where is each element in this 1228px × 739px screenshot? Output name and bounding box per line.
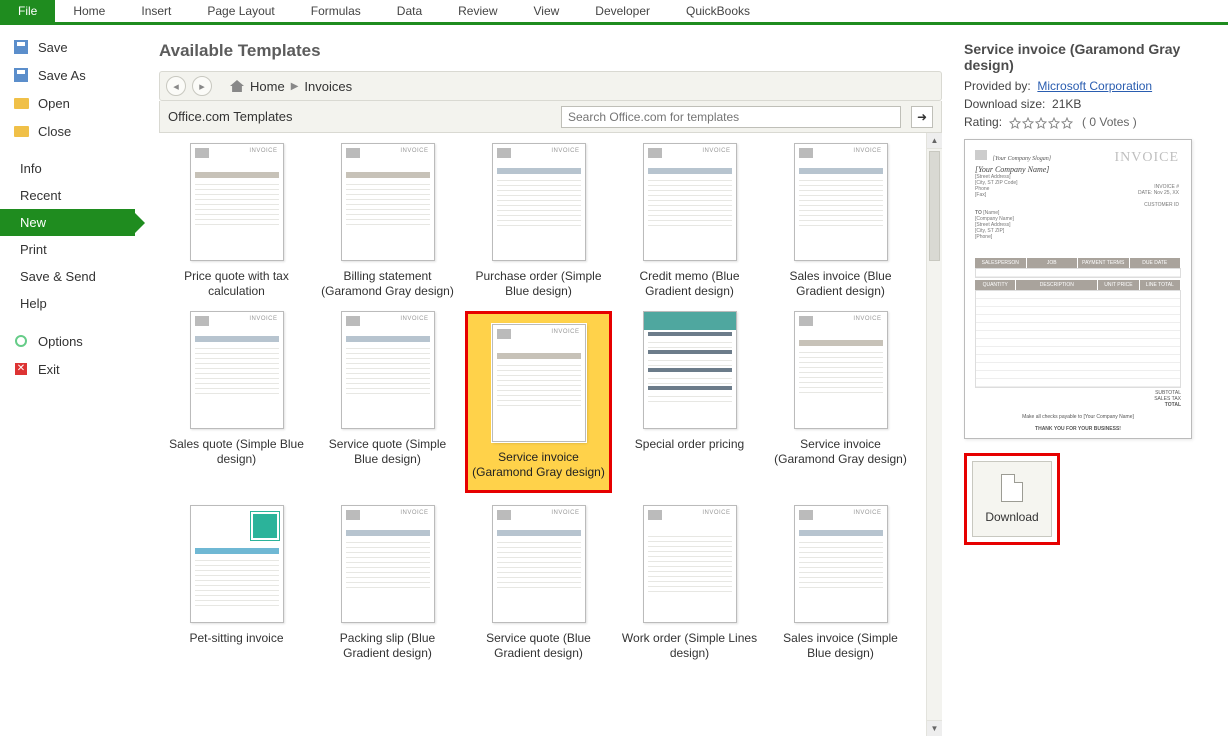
tab-page-layout[interactable]: Page Layout bbox=[189, 0, 292, 22]
tab-review[interactable]: Review bbox=[440, 0, 515, 22]
template-tile[interactable]: INVOICEService invoice (Garamond Gray de… bbox=[767, 311, 914, 493]
download-size: Download size: 21KB bbox=[964, 97, 1208, 111]
exit-icon: ✕ bbox=[12, 361, 30, 377]
template-tile[interactable]: INVOICEService quote (Simple Blue design… bbox=[314, 311, 461, 493]
provided-by: Provided by: Microsoft Corporation bbox=[964, 79, 1208, 93]
nav-options[interactable]: Options bbox=[0, 327, 135, 355]
provider-link[interactable]: Microsoft Corporation bbox=[1037, 79, 1152, 93]
search-input[interactable] bbox=[561, 106, 901, 128]
template-label: Service quote (Simple Blue design) bbox=[314, 437, 461, 467]
template-label: Special order pricing bbox=[631, 437, 748, 467]
template-tile[interactable]: INVOICEService invoice (Garamond Gray de… bbox=[465, 311, 612, 493]
download-highlight: Download bbox=[964, 453, 1060, 545]
template-tile[interactable]: INVOICEPacking slip (Blue Gradient desig… bbox=[314, 505, 461, 661]
tab-data[interactable]: Data bbox=[379, 0, 440, 22]
chevron-right-icon: ▶ bbox=[291, 81, 299, 92]
search-go-button[interactable]: ➜ bbox=[911, 106, 933, 128]
nav-back-button[interactable]: ◂ bbox=[166, 76, 186, 96]
nav-help[interactable]: Help bbox=[0, 290, 135, 317]
template-tile[interactable]: INVOICEService quote (Blue Gradient desi… bbox=[465, 505, 612, 661]
close-icon bbox=[12, 123, 30, 139]
tab-formulas[interactable]: Formulas bbox=[293, 0, 379, 22]
template-tile[interactable]: INVOICEWork order (Simple Lines design) bbox=[616, 505, 763, 661]
rating: Rating: ( 0 Votes ) bbox=[964, 115, 1208, 129]
template-preview: INVOICE [Your Company Slogan] [Your Comp… bbox=[964, 139, 1192, 439]
download-button[interactable]: Download bbox=[972, 461, 1052, 537]
nav-exit[interactable]: ✕Exit bbox=[0, 355, 135, 383]
templates-panel: Available Templates ◂ ▸ Home ▶ Invoices … bbox=[135, 25, 960, 736]
template-tile[interactable]: Pet-sitting invoice bbox=[163, 505, 310, 661]
template-label: Purchase order (Simple Blue design) bbox=[465, 269, 612, 299]
nav-close[interactable]: Close bbox=[0, 117, 135, 145]
options-icon bbox=[12, 333, 30, 349]
templates-heading: Available Templates bbox=[159, 41, 942, 61]
scroll-down-button[interactable]: ▼ bbox=[927, 720, 942, 736]
nav-recent[interactable]: Recent bbox=[0, 182, 135, 209]
template-label: Billing statement (Garamond Gray design) bbox=[314, 269, 461, 299]
save-as-icon bbox=[12, 67, 30, 83]
template-tile[interactable]: INVOICECredit memo (Blue Gradient design… bbox=[616, 143, 763, 299]
tab-file[interactable]: File bbox=[0, 0, 55, 22]
templates-gallery: INVOICEPrice quote with tax calculationI… bbox=[159, 133, 942, 671]
templates-toolbar: Office.com Templates ➜ bbox=[159, 101, 942, 133]
ribbon: File Home Insert Page Layout Formulas Da… bbox=[0, 0, 1228, 25]
nav-open[interactable]: Open bbox=[0, 89, 135, 117]
template-label: Price quote with tax calculation bbox=[163, 269, 310, 299]
scrollbar[interactable]: ▲ ▼ bbox=[926, 133, 942, 736]
template-details: Service invoice (Garamond Gray design) P… bbox=[960, 25, 1228, 736]
source-label: Office.com Templates bbox=[168, 109, 293, 124]
nav-print[interactable]: Print bbox=[0, 236, 135, 263]
preview-invoice-word: INVOICE bbox=[1114, 150, 1179, 166]
backstage-nav: Save Save As Open Close Info Recent New … bbox=[0, 25, 135, 736]
save-icon bbox=[12, 39, 30, 55]
template-label: Credit memo (Blue Gradient design) bbox=[616, 269, 763, 299]
template-label: Pet-sitting invoice bbox=[185, 631, 287, 661]
tab-view[interactable]: View bbox=[516, 0, 578, 22]
scroll-up-button[interactable]: ▲ bbox=[927, 133, 942, 149]
template-tile[interactable]: Special order pricing bbox=[616, 311, 763, 493]
template-label: Sales invoice (Simple Blue design) bbox=[767, 631, 914, 661]
tab-home[interactable]: Home bbox=[55, 0, 123, 22]
template-tile[interactable]: INVOICEPurchase order (Simple Blue desig… bbox=[465, 143, 612, 299]
template-tile[interactable]: INVOICEPrice quote with tax calculation bbox=[163, 143, 310, 299]
template-tile[interactable]: INVOICESales invoice (Simple Blue design… bbox=[767, 505, 914, 661]
template-label: Sales invoice (Blue Gradient design) bbox=[767, 269, 914, 299]
home-icon[interactable] bbox=[230, 80, 244, 92]
template-label: Work order (Simple Lines design) bbox=[616, 631, 763, 661]
tab-insert[interactable]: Insert bbox=[123, 0, 189, 22]
vote-count: ( 0 Votes ) bbox=[1082, 115, 1137, 129]
scroll-thumb[interactable] bbox=[929, 151, 940, 261]
template-tile[interactable]: INVOICESales quote (Simple Blue design) bbox=[163, 311, 310, 493]
tab-quickbooks[interactable]: QuickBooks bbox=[668, 0, 768, 22]
template-label: Service quote (Blue Gradient design) bbox=[465, 631, 612, 661]
template-tile[interactable]: INVOICESales invoice (Blue Gradient desi… bbox=[767, 143, 914, 299]
template-label: Sales quote (Simple Blue design) bbox=[163, 437, 310, 467]
nav-info[interactable]: Info bbox=[0, 155, 135, 182]
breadcrumb-home[interactable]: Home bbox=[250, 79, 285, 94]
template-label: Service invoice (Garamond Gray design) bbox=[468, 450, 609, 480]
nav-new[interactable]: New bbox=[0, 209, 135, 236]
document-icon bbox=[1001, 474, 1023, 502]
nav-save[interactable]: Save bbox=[0, 33, 135, 61]
template-tile[interactable]: INVOICEBilling statement (Garamond Gray … bbox=[314, 143, 461, 299]
breadcrumb-current: Invoices bbox=[304, 79, 352, 94]
nav-save-as[interactable]: Save As bbox=[0, 61, 135, 89]
template-label: Service invoice (Garamond Gray design) bbox=[767, 437, 914, 467]
tab-developer[interactable]: Developer bbox=[577, 0, 668, 22]
nav-save-send[interactable]: Save & Send bbox=[0, 263, 135, 290]
download-label: Download bbox=[985, 510, 1038, 524]
open-icon bbox=[12, 95, 30, 111]
breadcrumb: ◂ ▸ Home ▶ Invoices bbox=[159, 71, 942, 101]
template-title: Service invoice (Garamond Gray design) bbox=[964, 41, 1208, 73]
rating-stars[interactable] bbox=[1009, 117, 1073, 129]
nav-forward-button[interactable]: ▸ bbox=[192, 76, 212, 96]
template-label: Packing slip (Blue Gradient design) bbox=[314, 631, 461, 661]
